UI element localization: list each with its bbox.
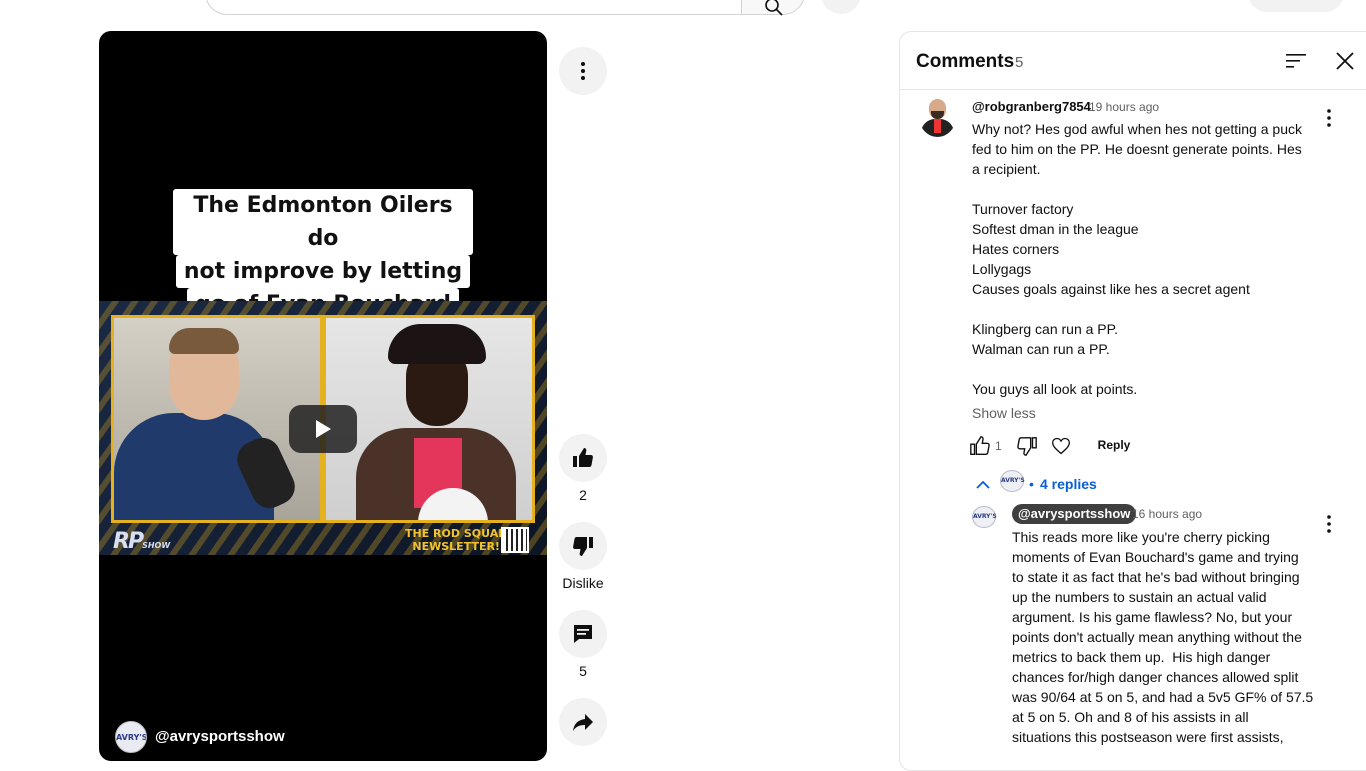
newsletter-banner: THE ROD SQUAD NEWSLETTER! [405,527,507,553]
comment-text: Why not? Hes god awful when hes not gett… [972,121,1302,397]
thumb-up-icon[interactable] [969,435,991,457]
avatar[interactable] [919,97,956,137]
sort-icon[interactable] [1286,52,1306,70]
comment-count: 5 [579,663,587,679]
search-icon [765,0,783,16]
search-button[interactable] [741,0,805,16]
dislike-label: Dislike [562,575,604,591]
comment-author[interactable]: @robgranberg7854 [972,99,1091,114]
comment-like-count: 1 [995,439,1002,453]
show-less-button[interactable]: Show less [972,405,1036,421]
title-line-2: not improve by letting [175,255,471,288]
creator-avatar-text: AVRY'S [1001,477,1025,484]
comments-count: 5 [1015,54,1024,71]
channel-name[interactable]: @avrysportsshow [155,728,285,745]
voice-search-button[interactable] [821,0,861,14]
share-icon [573,714,593,731]
qr-code [501,527,529,553]
guest-hat [388,324,486,364]
creator-author-badge[interactable]: @avrysportsshow [1012,504,1137,524]
thumb-down-icon[interactable] [1016,435,1038,457]
host-hair [169,328,239,354]
more-options-button[interactable] [559,47,607,95]
replies-separator: • [1029,476,1034,492]
banner-line-1: THE ROD SQUAD [405,527,508,540]
play-icon [316,420,331,438]
short-video-player[interactable]: The Edmonton Oilers do not improve by le… [99,31,547,761]
reply-button[interactable]: Reply [1086,431,1142,459]
close-icon[interactable] [1334,50,1356,72]
create-button[interactable] [1248,0,1344,12]
more-vert-icon[interactable] [1317,106,1341,130]
rp-logo-text: RP [113,529,144,554]
title-line-1: The Edmonton Oilers do [173,189,473,255]
channel-avatar[interactable]: AVRY'S [115,721,147,753]
thumb-up-icon [573,448,593,467]
avatar-shirt [934,119,941,133]
avatar[interactable]: AVRY'S [972,506,997,528]
comment-icon [574,625,592,643]
comments-header: Comments 5 [900,32,1366,90]
comment-time[interactable]: 16 hours ago [1132,507,1202,521]
creator-avatar: AVRY'S [1000,470,1025,492]
like-count: 2 [579,487,587,503]
comment-time[interactable]: 19 hours ago [1089,100,1159,114]
comments-button[interactable] [559,610,607,658]
heart-icon[interactable] [1051,436,1071,456]
comments-title: Comments [916,51,1015,72]
dislike-button[interactable] [559,522,607,570]
play-button[interactable] [289,405,357,453]
reply-avatar-text: AVRY'S [973,513,997,520]
avatar-beard [931,111,944,119]
share-button[interactable] [559,698,607,746]
comment-text: This reads more like you're cherry picki… [1012,529,1314,745]
like-button[interactable] [559,434,607,482]
thumb-down-icon [573,537,593,556]
channel-avatar-text: AVRY'S [116,733,147,742]
banner-line-2: NEWSLETTER! [412,540,500,553]
search-input[interactable] [205,0,742,15]
rp-logo-sub: SHOW [142,541,171,550]
more-vert-icon [581,62,585,80]
replies-count-link[interactable]: 4 replies [1040,476,1097,492]
rp-show-logo: RPSHOW [113,529,170,554]
chevron-up-icon [976,480,990,489]
